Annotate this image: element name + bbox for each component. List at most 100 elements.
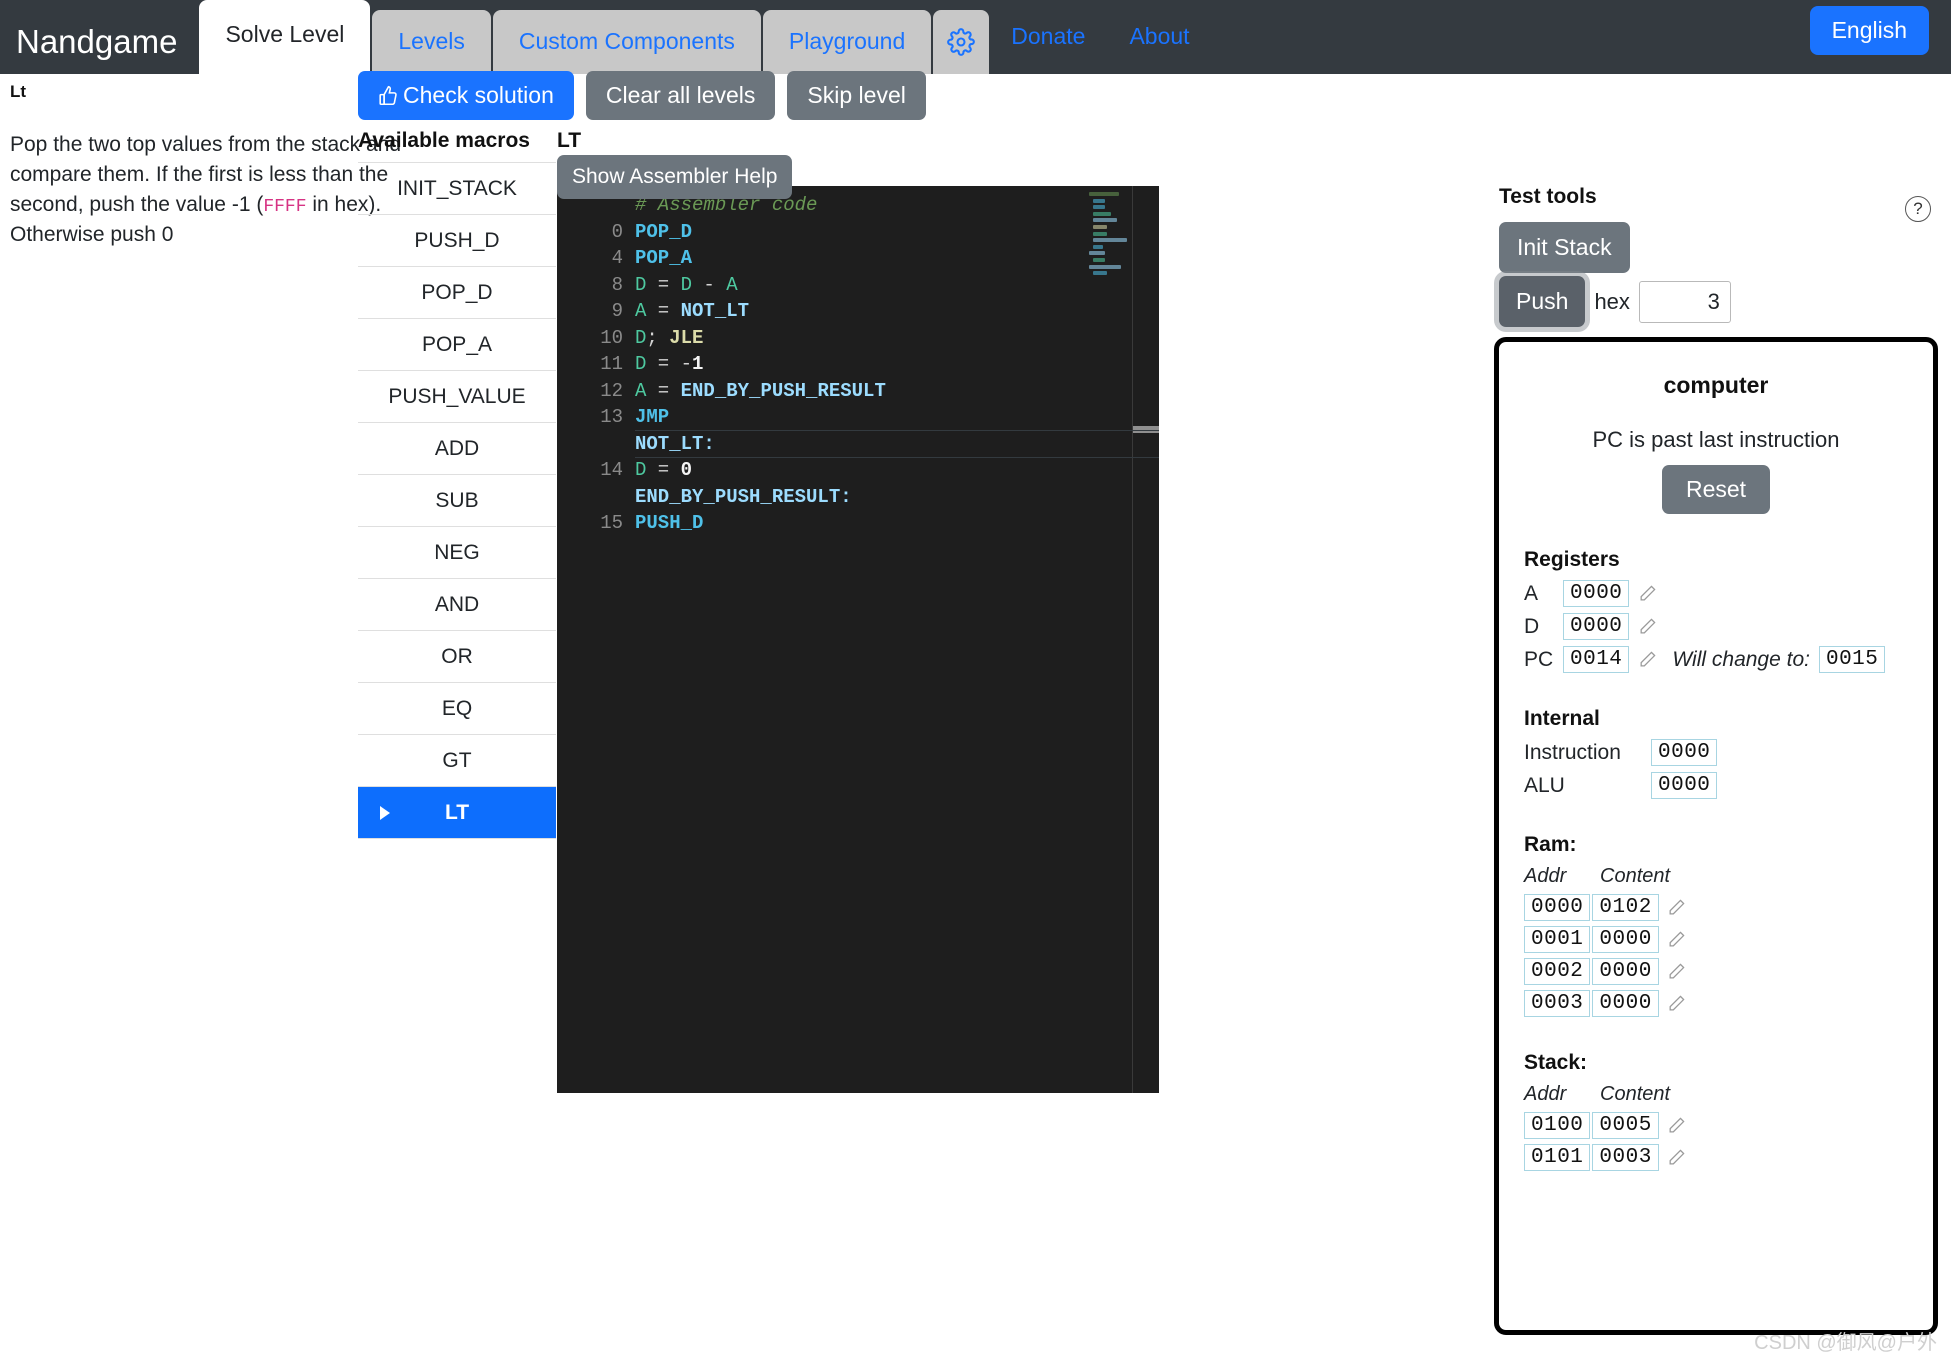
macro-item-init-stack[interactable]: INIT_STACK bbox=[358, 163, 556, 215]
code-line[interactable]: 12 A = END_BY_PUSH_RESULT bbox=[557, 378, 1159, 405]
macro-item-gt[interactable]: GT bbox=[358, 735, 556, 787]
check-solution-button[interactable]: Check solution bbox=[358, 71, 574, 120]
tab-custom-components[interactable]: Custom Components bbox=[492, 10, 761, 74]
column-header-content: Content bbox=[1600, 1083, 1671, 1105]
code-line[interactable]: 15 PUSH_D bbox=[557, 510, 1159, 537]
nav-link-donate[interactable]: Donate bbox=[989, 23, 1107, 74]
internal-value: 0000 bbox=[1651, 739, 1718, 766]
tab-solve-level[interactable]: Solve Level bbox=[199, 0, 371, 74]
edit-pencil-icon[interactable] bbox=[1667, 994, 1686, 1013]
available-macros-list: INIT_STACK PUSH_D POP_D POP_A PUSH_VALUE… bbox=[358, 162, 556, 839]
clear-all-levels-button[interactable]: Clear all levels bbox=[585, 71, 776, 120]
code-line[interactable]: 9 A = NOT_LT bbox=[557, 298, 1159, 325]
stack-row: 0100 0005 bbox=[1524, 1112, 1933, 1139]
pc-will-change-label: Will change to: bbox=[1672, 647, 1810, 671]
reset-button[interactable]: Reset bbox=[1661, 465, 1771, 514]
edit-pencil-icon[interactable] bbox=[1638, 650, 1657, 669]
code-line[interactable]: 13 JMP bbox=[557, 404, 1159, 431]
ram-content[interactable]: 0000 bbox=[1592, 926, 1659, 953]
line-code: POP_A bbox=[635, 247, 693, 269]
code-line-label[interactable]: NOT_LT: bbox=[557, 429, 1159, 458]
stack-heading: Stack: bbox=[1524, 1051, 1588, 1074]
macro-item-neg[interactable]: NEG bbox=[358, 527, 556, 579]
line-code: D = 0 bbox=[635, 459, 693, 481]
register-value[interactable]: 0000 bbox=[1563, 580, 1630, 607]
register-value[interactable]: 0014 bbox=[1563, 646, 1630, 673]
stack-table-header: Addr Content bbox=[1524, 1083, 1933, 1106]
edit-pencil-icon[interactable] bbox=[1667, 930, 1686, 949]
macro-item-pop-a[interactable]: POP_A bbox=[358, 319, 556, 371]
ram-addr: 0003 bbox=[1524, 990, 1591, 1017]
macro-item-or[interactable]: OR bbox=[358, 631, 556, 683]
check-solution-label: Check solution bbox=[403, 82, 554, 108]
code-line[interactable]: 11 D = -1 bbox=[557, 351, 1159, 378]
macro-item-and[interactable]: AND bbox=[358, 579, 556, 631]
line-code: A = NOT_LT bbox=[635, 300, 750, 322]
ram-content[interactable]: 0000 bbox=[1592, 990, 1659, 1017]
column-header-addr: Addr bbox=[1524, 1083, 1567, 1105]
assembler-code-editor[interactable]: # Assembler code 0 POP_D 4 POP_A 8 D = D… bbox=[557, 186, 1159, 1093]
macro-item-push-d[interactable]: PUSH_D bbox=[358, 215, 556, 267]
internal-value: 0000 bbox=[1651, 772, 1718, 799]
stack-content[interactable]: 0005 bbox=[1592, 1112, 1659, 1139]
edit-pencil-icon[interactable] bbox=[1667, 962, 1686, 981]
play-caret-icon bbox=[380, 805, 390, 820]
code-line[interactable]: 14 D = 0 bbox=[557, 457, 1159, 484]
level-toolbar: Check solution Clear all levels Skip lev… bbox=[358, 71, 926, 120]
push-row: Push hex bbox=[1499, 276, 1731, 327]
init-stack-button[interactable]: Init Stack bbox=[1499, 222, 1630, 273]
line-code: D = -1 bbox=[635, 353, 704, 375]
internal-name: ALU bbox=[1524, 773, 1565, 797]
line-code: END_BY_PUSH_RESULT: bbox=[635, 485, 852, 508]
skip-level-button[interactable]: Skip level bbox=[787, 71, 926, 120]
ram-addr: 0001 bbox=[1524, 926, 1591, 953]
register-row-pc: PC 0014 Will change to: 0015 bbox=[1524, 646, 1933, 673]
ram-addr: 0000 bbox=[1524, 894, 1591, 921]
ram-row: 0002 0000 bbox=[1524, 958, 1933, 985]
edit-pencil-icon[interactable] bbox=[1667, 898, 1686, 917]
code-line-label[interactable]: END_BY_PUSH_RESULT: bbox=[557, 484, 1159, 511]
line-code: D; JLE bbox=[635, 326, 704, 349]
macro-item-pop-d[interactable]: POP_D bbox=[358, 267, 556, 319]
edit-pencil-icon[interactable] bbox=[1667, 1148, 1686, 1167]
edit-pencil-icon[interactable] bbox=[1667, 1116, 1686, 1135]
language-button[interactable]: English bbox=[1809, 6, 1929, 55]
code-line[interactable]: 0 POP_D bbox=[557, 219, 1159, 246]
available-macros-heading: Available macros bbox=[358, 129, 530, 152]
watermark: CSDN @御风@户外 bbox=[1754, 1332, 1937, 1354]
register-name: D bbox=[1524, 614, 1540, 638]
macro-item-lt[interactable]: LT bbox=[358, 787, 556, 839]
show-assembler-help-button[interactable]: Show Assembler Help bbox=[557, 155, 793, 199]
code-line[interactable]: 8 D = D - A bbox=[557, 272, 1159, 299]
ram-row: 0003 0000 bbox=[1524, 990, 1933, 1017]
level-description-hex: FFFF bbox=[263, 196, 307, 217]
internal-row-alu: ALU 0000 bbox=[1524, 772, 1933, 799]
nav-link-about[interactable]: About bbox=[1107, 23, 1211, 74]
push-hex-input[interactable] bbox=[1638, 280, 1731, 323]
line-number: 14 bbox=[600, 459, 623, 481]
edit-pencil-icon[interactable] bbox=[1638, 617, 1657, 636]
register-value[interactable]: 0000 bbox=[1563, 613, 1630, 640]
computer-title: computer bbox=[1663, 372, 1769, 398]
ram-table-header: Addr Content bbox=[1524, 865, 1933, 888]
edit-pencil-icon[interactable] bbox=[1638, 584, 1657, 603]
macro-item-add[interactable]: ADD bbox=[358, 423, 556, 475]
macro-item-eq[interactable]: EQ bbox=[358, 683, 556, 735]
line-code: JMP bbox=[635, 406, 670, 428]
macro-item-sub[interactable]: SUB bbox=[358, 475, 556, 527]
macro-item-push-value[interactable]: PUSH_VALUE bbox=[358, 371, 556, 423]
code-line[interactable]: 10 D; JLE bbox=[557, 325, 1159, 352]
settings-tab[interactable] bbox=[933, 10, 990, 74]
code-line[interactable]: 4 POP_A bbox=[557, 245, 1159, 272]
stack-content[interactable]: 0003 bbox=[1592, 1144, 1659, 1171]
pc-will-change-value: 0015 bbox=[1818, 646, 1886, 673]
line-code: PUSH_D bbox=[635, 512, 704, 534]
ram-content[interactable]: 0102 bbox=[1592, 894, 1659, 921]
tab-playground[interactable]: Playground bbox=[762, 10, 932, 74]
help-icon[interactable]: ? bbox=[1905, 196, 1931, 222]
column-header-content: Content bbox=[1600, 865, 1671, 887]
ram-content[interactable]: 0000 bbox=[1592, 958, 1659, 985]
tab-levels[interactable]: Levels bbox=[372, 10, 491, 74]
push-button[interactable]: Push bbox=[1499, 276, 1586, 327]
line-number: 12 bbox=[600, 379, 623, 402]
